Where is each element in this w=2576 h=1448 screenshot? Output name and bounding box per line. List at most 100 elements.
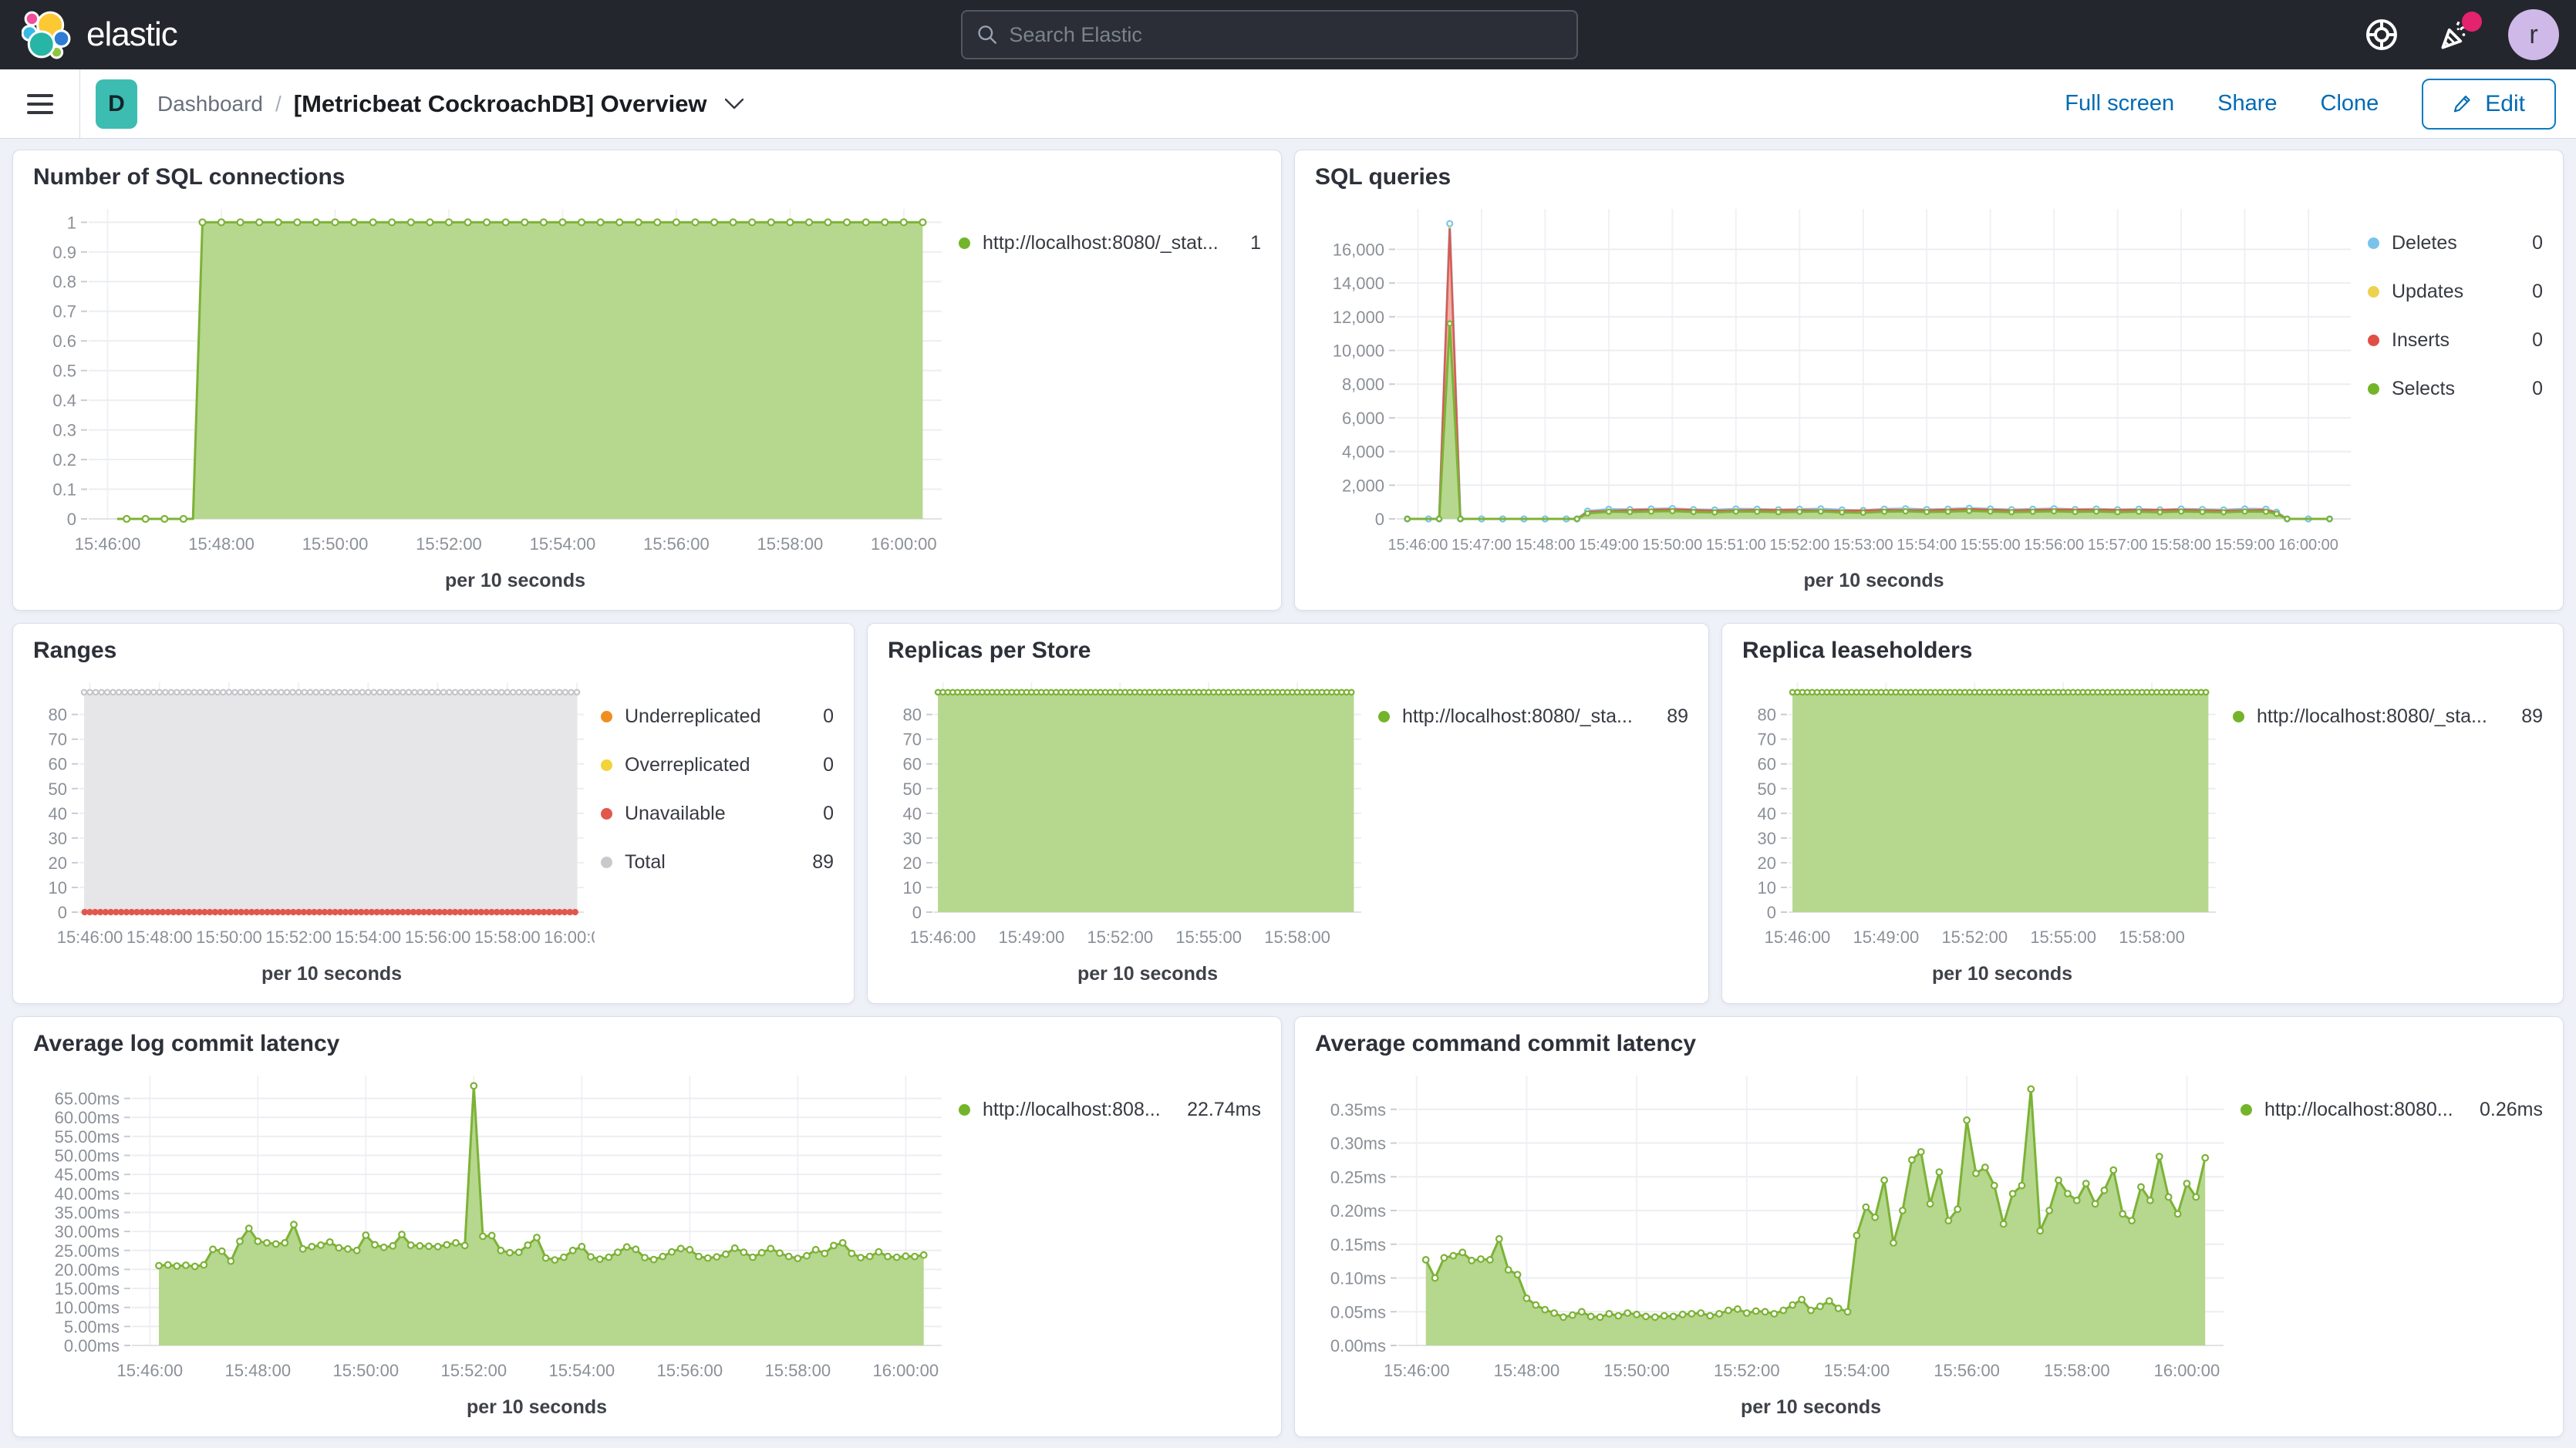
legend-item[interactable]: http://localhost:8080/_stat...1: [959, 232, 1261, 254]
panel-title: Replica leaseholders: [1742, 638, 2543, 672]
legend-label: Updates: [2392, 281, 2463, 303]
legend-item[interactable]: http://localhost:8080/_sta...89: [2233, 705, 2543, 728]
log-commit-latency-chart[interactable]: 0.00ms5.00ms10.00ms15.00ms20.00ms25.00ms…: [33, 1065, 953, 1423]
svg-text:0.4: 0.4: [52, 391, 76, 410]
title-menu-chevron-icon[interactable]: [724, 98, 744, 110]
svg-text:10.00ms: 10.00ms: [55, 1298, 120, 1318]
svg-text:70: 70: [1758, 730, 1776, 749]
svg-text:20: 20: [1758, 854, 1776, 873]
menu-button[interactable]: [0, 69, 80, 139]
svg-text:16:00:00: 16:00:00: [871, 534, 937, 554]
svg-text:0: 0: [912, 903, 922, 922]
sql-queries-chart[interactable]: 02,0004,0006,0008,00010,00012,00014,0001…: [1315, 198, 2362, 596]
svg-text:0.9: 0.9: [52, 243, 76, 262]
elastic-logo: [22, 9, 72, 60]
svg-text:15:52:00: 15:52:00: [416, 534, 482, 554]
edit-button[interactable]: Edit: [2422, 79, 2556, 130]
global-search[interactable]: [961, 10, 1578, 59]
breadcrumb-dashboard[interactable]: Dashboard: [157, 92, 263, 116]
clone-button[interactable]: Clone: [2321, 91, 2379, 116]
legend-item[interactable]: http://localhost:808...22.74ms: [959, 1099, 1261, 1121]
svg-text:0.10ms: 0.10ms: [1330, 1269, 1386, 1288]
ranges-chart[interactable]: 0102030405060708015:46:0015:48:0015:50:0…: [33, 672, 595, 989]
legend-item[interactable]: Underreplicated0: [601, 705, 834, 728]
svg-text:45.00ms: 45.00ms: [55, 1165, 120, 1184]
legend-item[interactable]: Overreplicated0: [601, 754, 834, 776]
panel-sql-connections: Number of SQL connections 00.10.20.30.40…: [12, 150, 1282, 611]
legend-label: http://localhost:8080/_stat...: [983, 232, 1219, 254]
svg-text:5.00ms: 5.00ms: [64, 1317, 120, 1336]
svg-text:15:52:00: 15:52:00: [1714, 1361, 1780, 1380]
legend-item[interactable]: Updates0: [2368, 281, 2543, 303]
command-commit-latency-chart[interactable]: 0.00ms0.05ms0.10ms0.15ms0.20ms0.25ms0.30…: [1315, 1065, 2234, 1423]
legend-value: 89: [797, 851, 834, 874]
legend-swatch: [2241, 1104, 2252, 1116]
panel-title: Ranges: [33, 638, 834, 672]
legend-item[interactable]: Unavailable0: [601, 803, 834, 825]
legend-swatch: [601, 711, 612, 722]
svg-text:15:50:00: 15:50:00: [333, 1361, 400, 1380]
svg-text:15:47:00: 15:47:00: [1452, 537, 1512, 554]
help-icon[interactable]: [2360, 13, 2403, 56]
svg-text:0.25ms: 0.25ms: [1330, 1167, 1386, 1187]
svg-text:60.00ms: 60.00ms: [55, 1108, 120, 1127]
legend-value: 0: [2517, 378, 2543, 400]
svg-text:2,000: 2,000: [1342, 476, 1384, 495]
news-icon[interactable]: [2434, 13, 2477, 56]
legend-item[interactable]: Deletes0: [2368, 232, 2543, 254]
svg-text:15:49:00: 15:49:00: [1579, 537, 1639, 554]
legend-item[interactable]: Inserts0: [2368, 329, 2543, 352]
sql-queries-legend: Deletes0Updates0Inserts0Selects0: [2362, 198, 2543, 596]
svg-text:15:55:00: 15:55:00: [2030, 928, 2096, 947]
replicas-per-store-legend: http://localhost:8080/_sta...89: [1372, 672, 1688, 989]
dashboard-grid: Number of SQL connections 00.10.20.30.40…: [0, 139, 2576, 1448]
svg-text:16:00:00: 16:00:00: [873, 1361, 939, 1380]
search-input[interactable]: [1009, 23, 1563, 47]
pencil-icon: [2453, 93, 2474, 115]
svg-text:16:00:00: 16:00:00: [2278, 537, 2338, 554]
legend-swatch: [2368, 237, 2379, 249]
legend-label: http://localhost:8080/_sta...: [2257, 705, 2487, 728]
user-avatar[interactable]: r: [2508, 9, 2559, 60]
svg-text:15:49:00: 15:49:00: [1853, 928, 1920, 947]
legend-swatch: [2368, 383, 2379, 395]
legend-item[interactable]: http://localhost:8080...0.26ms: [2241, 1099, 2543, 1121]
legend-swatch: [601, 857, 612, 868]
edit-button-label: Edit: [2485, 91, 2525, 117]
svg-text:0: 0: [67, 510, 76, 529]
legend-swatch: [2368, 335, 2379, 346]
svg-text:15:53:00: 15:53:00: [1833, 537, 1893, 554]
svg-text:per 10 seconds: per 10 seconds: [1741, 1396, 1881, 1418]
legend-label: http://localhost:8080/_sta...: [1402, 705, 1633, 728]
legend-label: Unavailable: [625, 803, 726, 825]
replica-leaseholders-chart[interactable]: 0102030405060708015:46:0015:49:0015:52:0…: [1742, 672, 2227, 989]
legend-item[interactable]: Selects0: [2368, 378, 2543, 400]
svg-text:0.05ms: 0.05ms: [1330, 1302, 1386, 1322]
svg-text:15:55:00: 15:55:00: [1175, 928, 1242, 947]
legend-label: Underreplicated: [625, 705, 761, 728]
svg-text:15:48:00: 15:48:00: [1494, 1361, 1560, 1380]
share-button[interactable]: Share: [2217, 91, 2277, 116]
svg-text:15:50:00: 15:50:00: [196, 928, 262, 947]
svg-text:15:50:00: 15:50:00: [1603, 1361, 1670, 1380]
legend-value: 22.74ms: [1172, 1099, 1261, 1121]
svg-text:0.20ms: 0.20ms: [1330, 1201, 1386, 1221]
svg-text:40.00ms: 40.00ms: [55, 1184, 120, 1204]
svg-text:15:54:00: 15:54:00: [1897, 537, 1957, 554]
svg-text:15:46:00: 15:46:00: [1388, 537, 1448, 554]
svg-text:30: 30: [49, 829, 67, 848]
full-screen-button[interactable]: Full screen: [2065, 91, 2174, 116]
brand[interactable]: elastic: [0, 9, 324, 60]
svg-text:14,000: 14,000: [1333, 274, 1384, 293]
replicas-per-store-chart[interactable]: 0102030405060708015:46:0015:49:0015:52:0…: [888, 672, 1372, 989]
svg-text:15:58:00: 15:58:00: [757, 534, 824, 554]
svg-text:70: 70: [49, 730, 67, 749]
legend-item[interactable]: Total89: [601, 851, 834, 874]
sql-connections-chart[interactable]: 00.10.20.30.40.50.60.70.80.9115:46:0015:…: [33, 198, 953, 596]
svg-text:per 10 seconds: per 10 seconds: [1932, 963, 2072, 985]
legend-item[interactable]: http://localhost:8080/_sta...89: [1378, 705, 1688, 728]
svg-text:15:48:00: 15:48:00: [225, 1361, 292, 1380]
svg-text:1: 1: [67, 213, 76, 232]
svg-text:10: 10: [1758, 878, 1776, 897]
svg-text:0.30ms: 0.30ms: [1330, 1134, 1386, 1153]
